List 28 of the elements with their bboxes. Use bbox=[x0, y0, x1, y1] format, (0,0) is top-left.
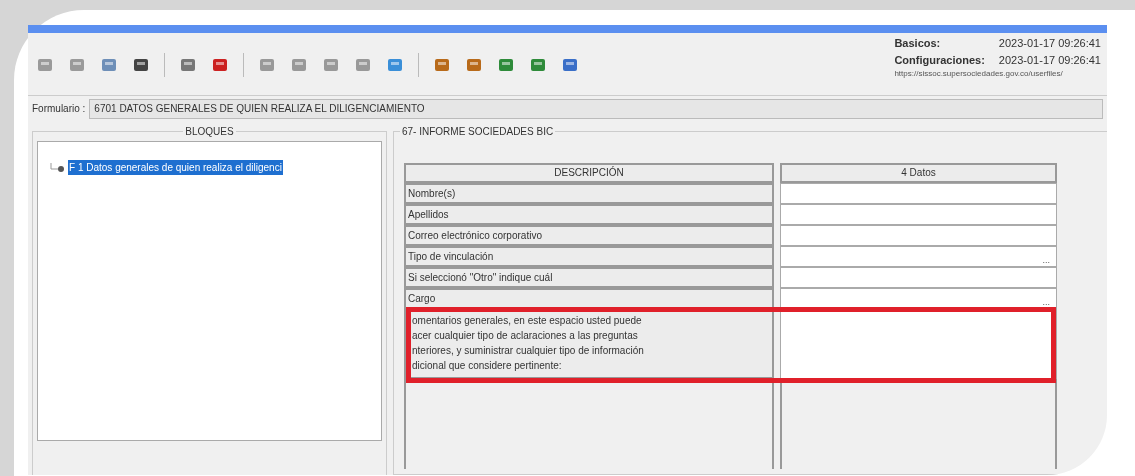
input-field[interactable] bbox=[780, 204, 1057, 225]
panel-title: BLOQUES bbox=[183, 124, 236, 139]
form-label: Formulario : bbox=[32, 102, 86, 116]
column-header: 4 Datos bbox=[780, 163, 1057, 183]
timestamp: 2023-01-17 09:26:41 bbox=[998, 52, 1101, 68]
row-label: Si seleccionó "Otro" indique cuál bbox=[404, 267, 774, 288]
row-label: Apellidos bbox=[404, 204, 774, 225]
picker-field[interactable]: ... bbox=[780, 246, 1057, 267]
input-field[interactable] bbox=[780, 225, 1057, 246]
timestamp: 2023-01-17 09:26:41 bbox=[998, 36, 1101, 51]
url-text: https://sissoc.supersociedades.gov.co/userfiles/ bbox=[894, 68, 1064, 80]
text-area[interactable] bbox=[780, 309, 1057, 379]
row-label: Tipo de vinculación bbox=[404, 246, 774, 267]
input-field[interactable] bbox=[780, 267, 1057, 288]
row-label: Nombre(s) bbox=[404, 183, 774, 204]
row-label: Correo electrónico corporativo bbox=[404, 225, 774, 246]
picker-button[interactable]: ... bbox=[1042, 254, 1050, 266]
status-label: Configuraciones: bbox=[894, 52, 985, 68]
form-field[interactable]: 6701 DATOS GENERALES DE QUIEN REALIZA EL DILIGENCIAMIENTO bbox=[89, 98, 1103, 119]
tree-node-icon bbox=[50, 162, 64, 173]
input-field[interactable] bbox=[780, 183, 1057, 204]
row-label: Cargo bbox=[404, 288, 774, 309]
status-label: Basicos: bbox=[894, 36, 942, 51]
tree-item[interactable]: F 1 Datos generales de quien realiza el diligenci bbox=[68, 160, 283, 175]
picker-field[interactable]: ... bbox=[780, 288, 1057, 309]
picker-button[interactable]: ... bbox=[1042, 296, 1050, 308]
column-header: DESCRIPCIÓN bbox=[404, 163, 774, 183]
row-label: omentarios generales, en este espacio usted puede acer cualquier tipo de aclaraciones a las preguntas nteriores, y suministrar cualquier tipo de información dicional que considere pertinente: bbox=[404, 309, 774, 379]
